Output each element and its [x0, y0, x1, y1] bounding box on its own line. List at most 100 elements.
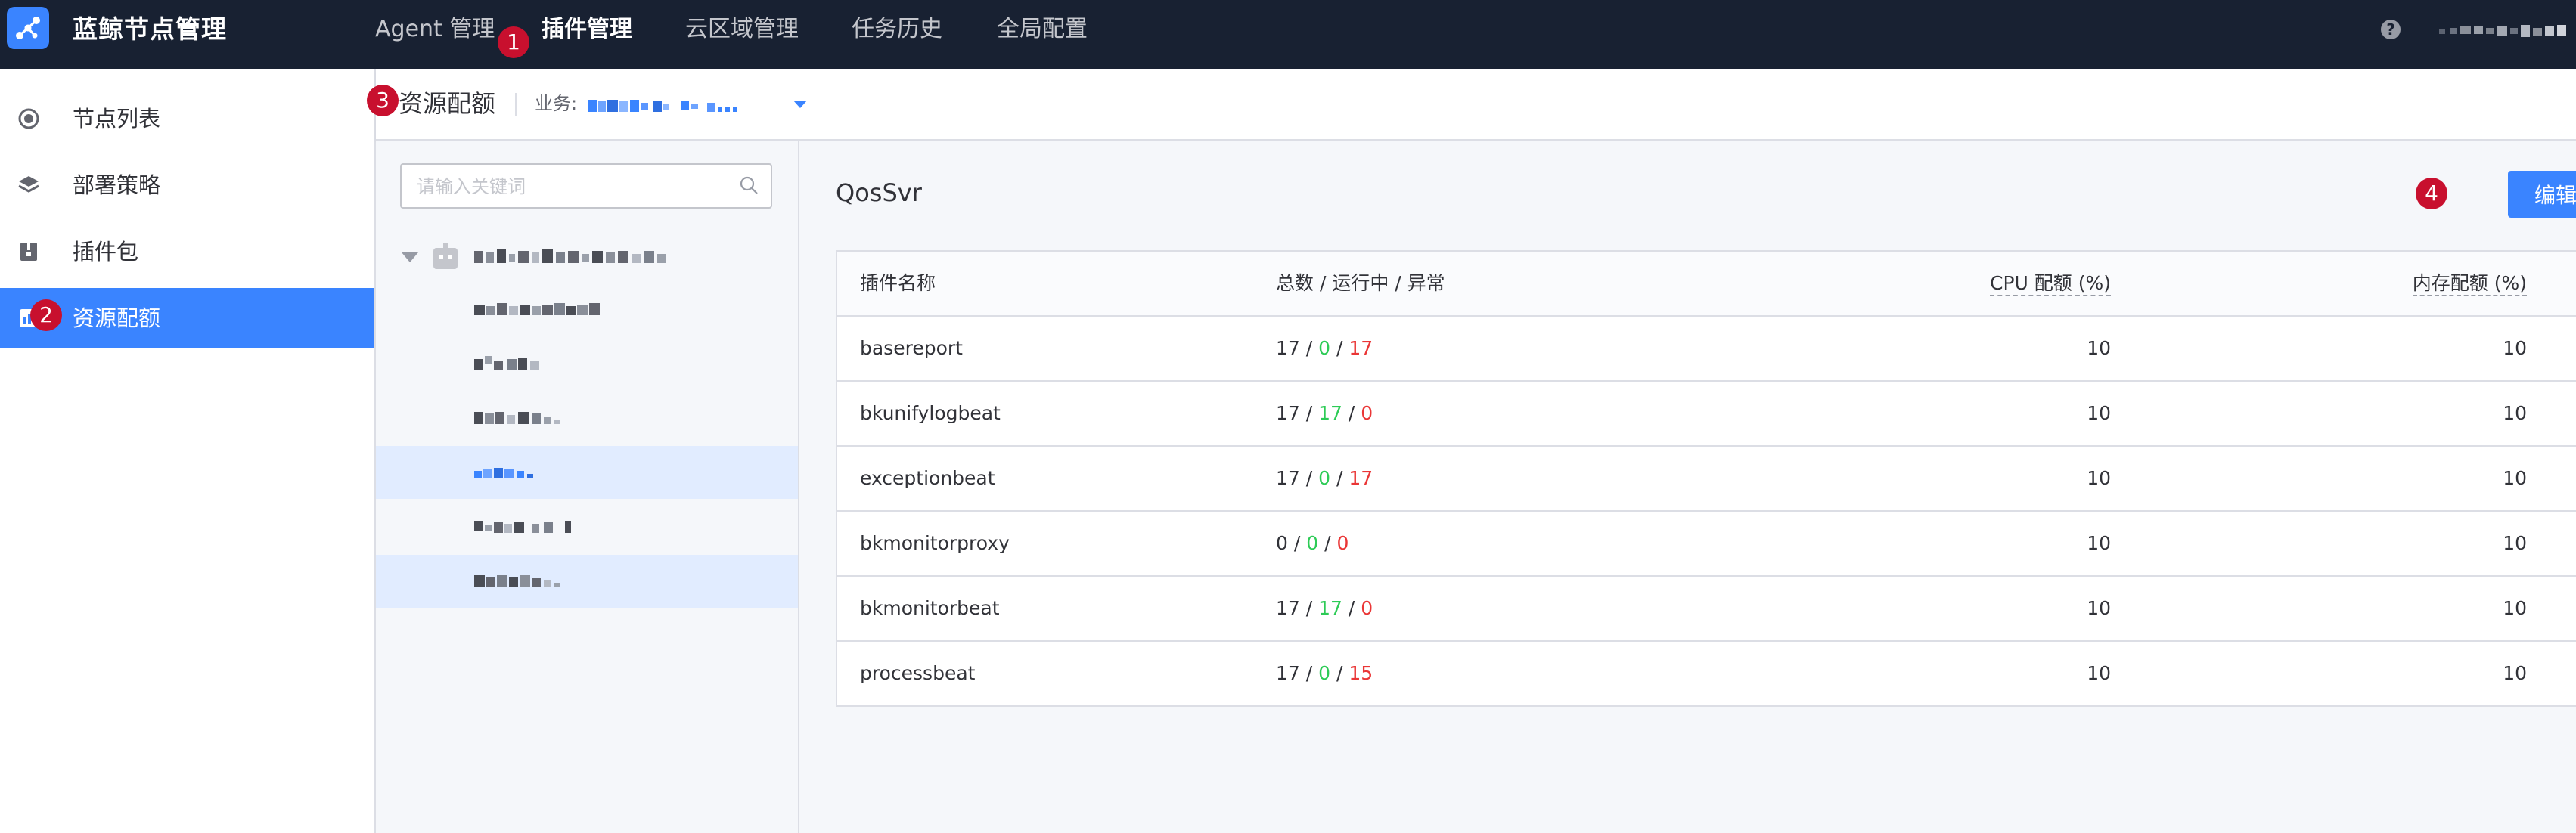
nav-global-config[interactable]: 全局配置 — [997, 0, 1088, 59]
plugin-name: bkmonitorbeat — [860, 597, 1000, 619]
business-topology-tree — [376, 141, 799, 833]
edit-button[interactable]: 编辑 — [2508, 171, 2576, 218]
plugin-name: bkunifylogbeat — [860, 402, 1001, 424]
running-count: 17 — [1318, 402, 1342, 424]
memory-quota-value: 10 — [2503, 597, 2527, 619]
tree-node-label-redacted — [474, 303, 600, 315]
annotation-badge-4: 4 — [2416, 178, 2447, 209]
nav-plugin-management[interactable]: 插件管理 — [542, 0, 632, 59]
annotation-badge-2: 2 — [30, 299, 62, 331]
cpu-quota-value: 10 — [2087, 402, 2111, 424]
total-count: 17 — [1276, 467, 1300, 489]
node-manager-logo-icon[interactable] — [7, 7, 49, 49]
content-header: 资源配额 业务: — [376, 69, 2576, 141]
total-count: 17 — [1276, 402, 1300, 424]
plugin-quota-table: 插件名称 总数 / 运行中 / 异常 CPU 配额 (%) 内存配额 (%) b… — [836, 250, 2576, 707]
column-header-status-counts: 总数 / 运行中 / 异常 — [1276, 272, 1445, 294]
tree-node-label-redacted — [474, 356, 539, 370]
status-counts: 17 / 0 / 17 — [1276, 467, 1373, 489]
business-icon — [433, 243, 458, 269]
table-row: bkunifylogbeat 17 / 17 / 0 10 10 — [837, 382, 2576, 447]
memory-quota-value: 10 — [2503, 402, 2527, 424]
memory-quota-value: 10 — [2503, 337, 2527, 359]
running-count: 0 — [1318, 467, 1331, 489]
tree-node-label-redacted — [474, 412, 560, 424]
abnormal-count: 0 — [1361, 597, 1373, 619]
nav-agent-management[interactable]: Agent 管理 — [375, 0, 495, 59]
help-icon[interactable]: ? — [2381, 20, 2401, 39]
tree-node[interactable] — [376, 500, 798, 553]
tree-root-node[interactable] — [376, 230, 798, 283]
table-row: processbeat 17 / 0 / 15 10 10 — [837, 642, 2576, 705]
abnormal-count: 15 — [1349, 662, 1373, 684]
page-title: 资源配额 — [399, 89, 496, 118]
running-count: 17 — [1318, 597, 1342, 619]
top-navigation-bar: 蓝鲸节点管理 Agent 管理 插件管理 云区域管理 任务历史 全局配置 ? — [0, 0, 2576, 69]
running-count: 0 — [1318, 662, 1331, 684]
sidebar-item-label: 部署策略 — [73, 172, 161, 198]
cpu-quota-value: 10 — [2087, 532, 2111, 554]
username-redacted[interactable] — [2439, 22, 2568, 40]
sidebar-item-label: 插件包 — [73, 239, 139, 265]
column-header-plugin-name: 插件名称 — [860, 272, 936, 294]
table-row: basereport 17 / 0 / 17 10 10 — [837, 317, 2576, 382]
abnormal-count: 17 — [1349, 337, 1373, 359]
tree-node[interactable] — [376, 337, 798, 390]
status-counts: 17 / 0 / 17 — [1276, 337, 1373, 359]
header-divider — [515, 93, 517, 116]
sidebar-item-label: 资源配额 — [73, 305, 161, 331]
abnormal-count: 0 — [1361, 402, 1373, 424]
node-list-icon — [17, 107, 41, 131]
abnormal-count: 0 — [1336, 532, 1349, 554]
table-row: exceptionbeat 17 / 0 / 17 10 10 — [837, 447, 2576, 512]
sidebar: 节点列表 部署策略 插件包 资源配额 — [0, 69, 376, 833]
column-header-cpu-quota[interactable]: CPU 配额 (%) — [1990, 252, 2111, 315]
sidebar-item-node-list[interactable]: 节点列表 — [0, 88, 374, 149]
total-count: 0 — [1276, 532, 1288, 554]
tree-node-label-redacted — [474, 521, 571, 533]
caret-down-icon[interactable] — [402, 252, 418, 262]
table-row: bkmonitorproxy 0 / 0 / 0 10 10 — [837, 512, 2576, 577]
annotation-badge-1: 1 — [498, 26, 529, 58]
cpu-quota-value: 10 — [2087, 337, 2111, 359]
tree-node-label-redacted — [474, 575, 560, 587]
module-title: QosSvr — [836, 178, 922, 207]
status-counts: 0 / 0 / 0 — [1276, 532, 1349, 554]
cpu-quota-value: 10 — [2087, 467, 2111, 489]
layers-icon — [17, 173, 41, 197]
tree-node-selected[interactable] — [376, 446, 798, 499]
memory-quota-value: 10 — [2503, 662, 2527, 684]
nav-cloud-area-management[interactable]: 云区域管理 — [685, 0, 799, 59]
sidebar-item-deploy-policy[interactable]: 部署策略 — [0, 155, 374, 215]
total-count: 17 — [1276, 662, 1300, 684]
app-title: 蓝鲸节点管理 — [73, 14, 227, 44]
tree-search-box[interactable] — [400, 163, 772, 209]
memory-quota-value: 10 — [2503, 467, 2527, 489]
memory-quota-value: 10 — [2503, 532, 2527, 554]
total-count: 17 — [1276, 597, 1300, 619]
plugin-name: bkmonitorproxy — [860, 532, 1010, 554]
business-selector-value-redacted[interactable] — [588, 97, 784, 115]
plugin-name: exceptionbeat — [860, 467, 995, 489]
quota-detail-panel: QosSvr 编辑 插件名称 总数 / 运行中 / 异常 CPU 配额 (%) … — [799, 141, 2576, 833]
cpu-quota-value: 10 — [2087, 597, 2111, 619]
total-count: 17 — [1276, 337, 1300, 359]
sidebar-item-plugin-package[interactable]: 插件包 — [0, 221, 374, 282]
chevron-down-icon[interactable] — [793, 101, 807, 108]
business-label: 业务: — [535, 93, 578, 114]
tree-node-label-redacted — [474, 468, 533, 478]
abnormal-count: 17 — [1349, 467, 1373, 489]
tree-node[interactable] — [376, 392, 798, 444]
search-icon[interactable] — [739, 175, 759, 195]
cpu-quota-value: 10 — [2087, 662, 2111, 684]
running-count: 0 — [1306, 532, 1319, 554]
nav-task-history[interactable]: 任务历史 — [852, 0, 942, 59]
cpu-quota-header-label: CPU 配额 (%) — [1990, 272, 2111, 296]
status-counts: 17 / 17 / 0 — [1276, 402, 1373, 424]
sidebar-item-label: 节点列表 — [73, 106, 161, 132]
search-input[interactable] — [415, 165, 736, 209]
tree-node[interactable] — [376, 283, 798, 336]
plugin-name: processbeat — [860, 662, 976, 684]
tree-node[interactable] — [376, 555, 798, 608]
column-header-memory-quota[interactable]: 内存配额 (%) — [2412, 252, 2527, 315]
